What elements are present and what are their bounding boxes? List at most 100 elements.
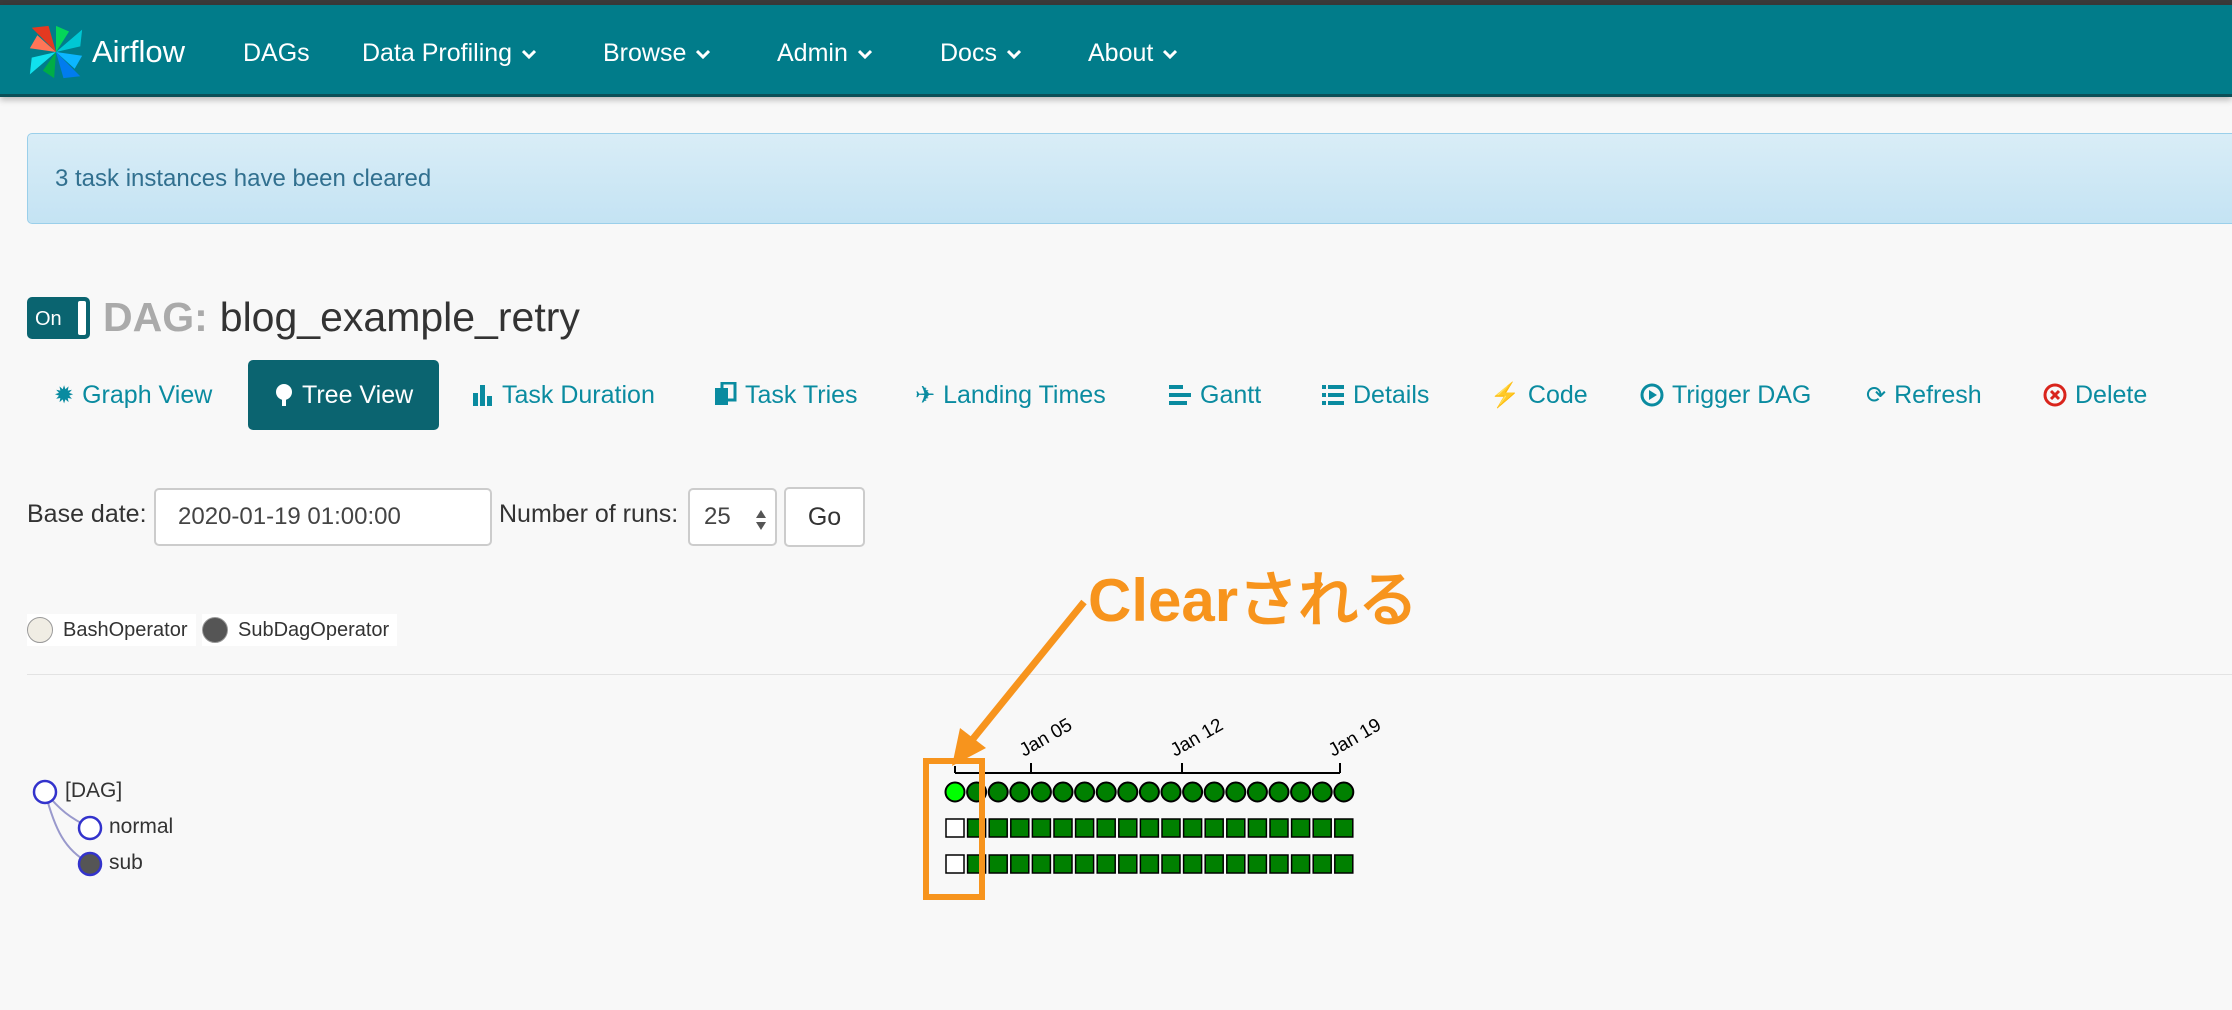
- nav-browse[interactable]: Browse: [603, 39, 711, 68]
- nav-dags-label: DAGs: [243, 39, 310, 67]
- task-instance-square[interactable]: [1290, 854, 1311, 874]
- task-instance-square[interactable]: [1269, 854, 1289, 874]
- nav-admin[interactable]: Admin: [777, 39, 872, 68]
- navbar: Airflow DAGs Data Profiling Browse Admin…: [0, 5, 2232, 97]
- tab-task-duration[interactable]: Task Duration: [472, 360, 655, 430]
- task-instance-square[interactable]: [1312, 818, 1332, 838]
- task-instance-square[interactable]: [988, 854, 1008, 874]
- task-instance-square[interactable]: [1139, 818, 1160, 838]
- dag-run-circle[interactable]: [1225, 781, 1247, 803]
- tab-trigger-dag[interactable]: Trigger DAG: [1640, 360, 1811, 430]
- task-instance-square[interactable]: [1161, 854, 1181, 874]
- dag-run-circle[interactable]: [987, 781, 1009, 803]
- tree-node-sub[interactable]: [77, 851, 103, 877]
- dag-run-circle[interactable]: [1311, 781, 1333, 803]
- task-instance-square[interactable]: [1204, 854, 1224, 874]
- tree-node-normal[interactable]: [77, 815, 103, 841]
- dag-run-circle[interactable]: [1182, 781, 1204, 803]
- tab-landing-times[interactable]: ✈ Landing Times: [915, 360, 1106, 430]
- task-instance-square[interactable]: [1010, 854, 1030, 874]
- task-instance-square[interactable]: [1269, 818, 1289, 838]
- dag-title: On DAG: blog_example_retry: [27, 294, 580, 341]
- dag-run-circle[interactable]: [1052, 781, 1074, 803]
- dag-on-toggle[interactable]: On: [27, 296, 90, 339]
- dag-run-circle[interactable]: [1246, 781, 1268, 803]
- toggle-knob: [78, 300, 86, 335]
- refresh-icon: ⟳: [1866, 381, 1887, 409]
- dag-run-circle[interactable]: [1203, 781, 1225, 803]
- dag-run-circle[interactable]: [1160, 781, 1182, 803]
- task-instance-square[interactable]: [1226, 854, 1246, 874]
- nav-browse-label: Browse: [603, 39, 687, 67]
- dag-run-circle[interactable]: [1074, 781, 1096, 803]
- task-instance-square[interactable]: [1182, 818, 1203, 838]
- nav-dags[interactable]: DAGs: [243, 39, 310, 68]
- task-instance-square[interactable]: [1182, 854, 1203, 874]
- airflow-logo-icon: [29, 25, 83, 79]
- task-instance-square[interactable]: [1139, 854, 1160, 874]
- legend-label: BashOperator: [63, 618, 188, 641]
- tab-task-tries[interactable]: Task Tries: [713, 360, 858, 430]
- base-date-input[interactable]: 2020-01-19 01:00:00: [154, 488, 492, 546]
- tree-node-dag[interactable]: [32, 779, 58, 805]
- task-instance-square[interactable]: [1010, 818, 1030, 838]
- tab-label: Task Duration: [502, 380, 655, 409]
- task-instance-square[interactable]: [1290, 818, 1311, 838]
- dag-run-circle[interactable]: [1138, 781, 1160, 803]
- task-instance-square[interactable]: [1053, 818, 1073, 838]
- tab-details[interactable]: Details: [1321, 360, 1429, 430]
- task-instance-square[interactable]: [1204, 818, 1224, 838]
- tab-gantt[interactable]: Gantt: [1168, 360, 1261, 430]
- tab-delete[interactable]: Delete: [2043, 360, 2147, 430]
- task-instance-square[interactable]: [1247, 818, 1268, 838]
- tab-code[interactable]: ⚡ Code: [1490, 360, 1588, 430]
- cog-icon: ✹: [54, 381, 75, 409]
- task-instance-square[interactable]: [966, 854, 987, 874]
- task-instance-square[interactable]: [1053, 854, 1073, 874]
- divider: [27, 674, 2232, 675]
- go-button[interactable]: Go: [784, 487, 865, 547]
- dag-name: blog_example_retry: [219, 294, 580, 340]
- task-instance-square[interactable]: [966, 818, 987, 838]
- dag-run-circle[interactable]: [1333, 781, 1355, 803]
- task-instance-square[interactable]: [1096, 854, 1116, 874]
- task-instance-square[interactable]: [1226, 818, 1246, 838]
- task-instance-square[interactable]: [1247, 854, 1268, 874]
- task-instance-square[interactable]: [1118, 854, 1138, 874]
- chevron-down-icon: [696, 49, 711, 59]
- tab-graph-view[interactable]: ✹ Graph View: [54, 360, 212, 430]
- task-instance-square[interactable]: [1031, 818, 1052, 838]
- task-instance-square[interactable]: [1161, 818, 1181, 838]
- tab-tree-view[interactable]: Tree View: [248, 360, 440, 430]
- dag-run-circle[interactable]: [1290, 781, 1312, 803]
- dag-run-circle[interactable]: [944, 781, 966, 803]
- dag-run-circle[interactable]: [1095, 781, 1117, 803]
- cleared-alert: 3 task instances have been cleared: [27, 133, 2232, 224]
- dag-run-circle[interactable]: [966, 781, 988, 803]
- task-instance-square[interactable]: [945, 854, 965, 874]
- nav-docs[interactable]: Docs: [940, 39, 1021, 68]
- task-instance-square[interactable]: [945, 818, 965, 838]
- task-instance-square[interactable]: [1074, 818, 1095, 838]
- task-instance-square[interactable]: [1031, 854, 1052, 874]
- task-instance-square[interactable]: [1334, 818, 1354, 838]
- task-instance-square[interactable]: [1118, 818, 1138, 838]
- dag-run-circle[interactable]: [1268, 781, 1290, 803]
- brand[interactable]: Airflow: [28, 22, 185, 82]
- tab-refresh[interactable]: ⟳ Refresh: [1866, 360, 1982, 430]
- task-instance-square[interactable]: [1334, 854, 1354, 874]
- task-instance-square[interactable]: [1074, 854, 1095, 874]
- dag-run-circle[interactable]: [1009, 781, 1031, 803]
- nav-data-profiling[interactable]: Data Profiling: [362, 39, 537, 68]
- task-instance-square[interactable]: [988, 818, 1008, 838]
- dag-run-circle[interactable]: [1117, 781, 1139, 803]
- nav-about-label: About: [1088, 39, 1154, 67]
- number-of-runs-select[interactable]: 25: [688, 488, 777, 546]
- bar-chart-icon: [473, 385, 492, 406]
- task-instance-square[interactable]: [1096, 818, 1116, 838]
- task-instance-square[interactable]: [1312, 854, 1332, 874]
- nav-about[interactable]: About: [1088, 39, 1178, 68]
- dag-run-circle[interactable]: [1030, 781, 1052, 803]
- axis-tick-label: Jan 19: [1325, 715, 1385, 762]
- tree-label-dag: [DAG]: [65, 779, 123, 802]
